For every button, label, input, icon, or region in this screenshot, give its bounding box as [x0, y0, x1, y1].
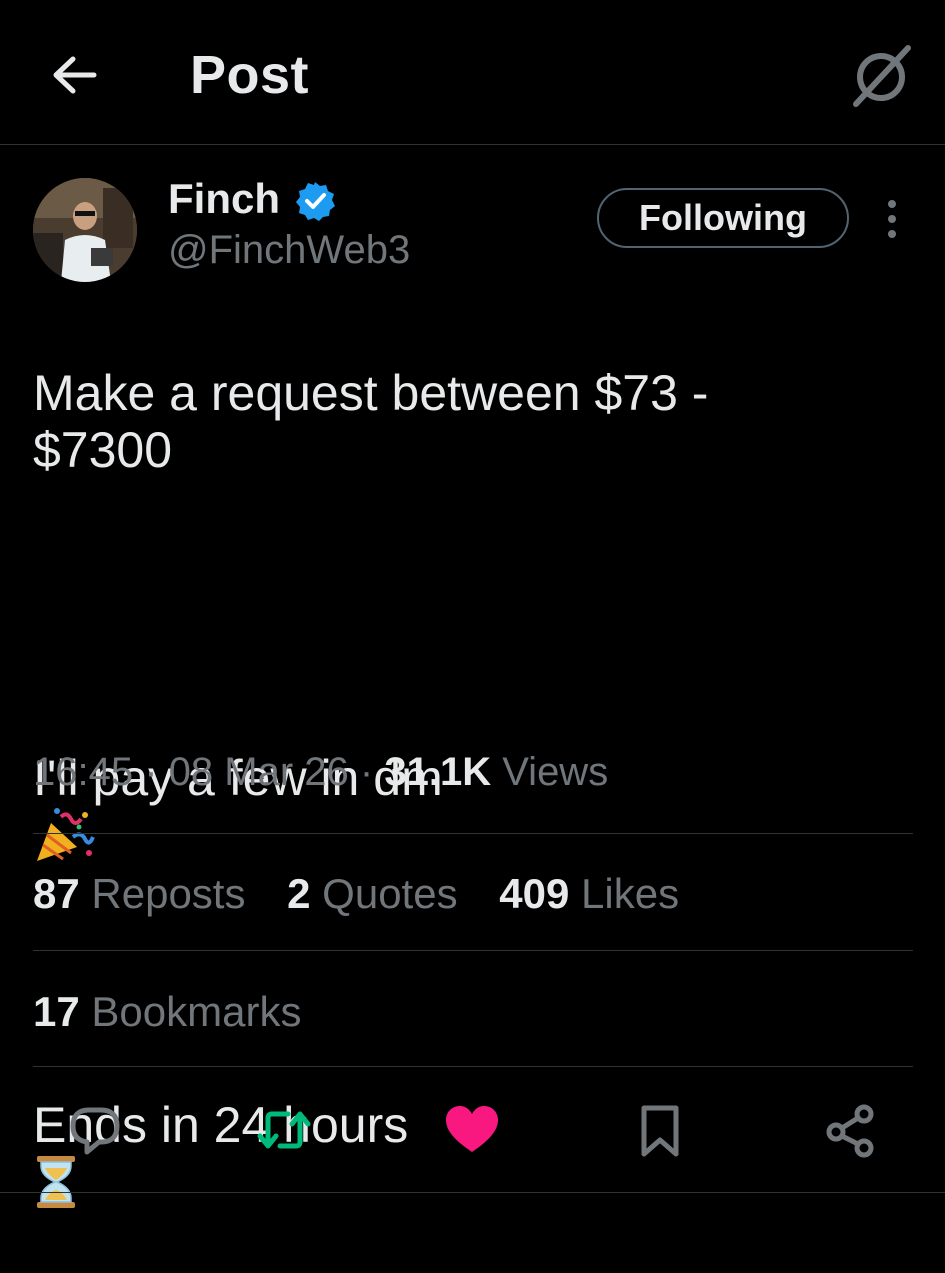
profile-photo — [33, 178, 137, 282]
avatar[interactable] — [33, 178, 137, 282]
divider — [33, 1066, 913, 1067]
quotes-stat[interactable]: 2 Quotes — [287, 870, 469, 917]
more-options-icon[interactable] — [874, 196, 910, 242]
tweet-timestamp: 16:45 · 08 Mar 26 · 31.1K Views — [33, 750, 609, 794]
divider — [33, 950, 913, 951]
bookmark-icon[interactable] — [632, 1102, 688, 1158]
back-button[interactable] — [44, 45, 104, 105]
author-name[interactable]: Finch — [168, 175, 280, 223]
grok-button[interactable] — [848, 42, 914, 108]
tweet-line-request: Make a request between $73 - $7300 — [33, 365, 709, 478]
bottom-divider — [0, 1192, 945, 1193]
grok-icon — [853, 45, 911, 107]
tweet-time[interactable]: 16:45 — [33, 750, 133, 794]
like-icon[interactable] — [444, 1102, 500, 1158]
following-button[interactable]: Following — [597, 188, 849, 248]
tweet-date[interactable]: 08 Mar 26 — [169, 750, 349, 794]
reposts-stat[interactable]: 87 Reposts — [33, 870, 257, 917]
page-title: Post — [190, 45, 310, 105]
bookmarks-stat[interactable]: 17 Bookmarks — [33, 988, 301, 1036]
views-count: 31.1K — [384, 750, 492, 794]
likes-stat[interactable]: 409 Likes — [499, 870, 679, 917]
views-label: Views — [502, 750, 609, 794]
repost-icon[interactable] — [256, 1102, 312, 1158]
party-popper-icon — [37, 808, 95, 861]
divider — [33, 833, 913, 834]
share-icon[interactable] — [822, 1102, 878, 1158]
engagement-stats: 87 Reposts 2 Quotes 409 Likes — [33, 870, 709, 918]
author-handle[interactable]: @FinchWeb3 — [168, 228, 410, 273]
arrow-left-icon — [53, 56, 97, 94]
reply-icon[interactable] — [67, 1102, 123, 1158]
hourglass-icon — [37, 1156, 75, 1208]
post-header: Post — [0, 0, 945, 145]
verified-badge-icon — [296, 182, 335, 221]
